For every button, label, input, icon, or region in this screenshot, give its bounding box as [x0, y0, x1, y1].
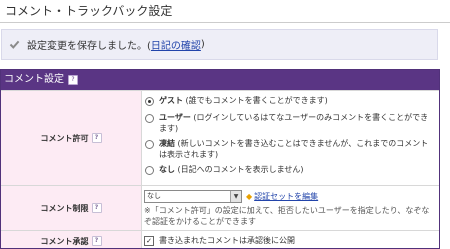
- comment-approval-row: コメント承認 ? ✓ 書き込まれたコメントは承認後に公開: [1, 230, 439, 248]
- approval-checkbox[interactable]: ✓: [144, 235, 154, 246]
- restriction-note: ※「コメント許可」の設定に加えて、拒否したいユーザーを指定したり、なぞなぞ認証を…: [144, 206, 430, 226]
- guest-radio[interactable]: [145, 97, 154, 106]
- help-icon[interactable]: ?: [91, 203, 102, 213]
- comment-permission-label: コメント許可: [40, 133, 89, 143]
- comment-permission-label-cell: コメント許可 ?: [1, 91, 142, 185]
- dropdown-arrow-icon[interactable]: ▼: [230, 191, 241, 202]
- option-freeze[interactable]: 凍結 (新しいコメントを書き込むことはできませんが、これまでのコメントは表示され…: [144, 138, 436, 160]
- comment-permission-options: ゲスト (誰でもコメントを書くことができます) ユーザー (ログインしているはて…: [142, 91, 439, 185]
- none-option-name: なし: [159, 165, 175, 174]
- restriction-select-value: なし: [147, 192, 161, 200]
- comment-restriction-content: なし ▼ ◆ 認証セットを編集 ※「コメント許可」の設定に加えて、拒否したいユー…: [142, 186, 439, 230]
- option-none[interactable]: なし (日記へのコメントを表示しません): [144, 164, 436, 175]
- diamond-bullet-icon: ◆: [246, 192, 253, 201]
- none-option-desc: (日記へのコメントを表示しません): [177, 165, 304, 174]
- panel-title: コメント設定: [4, 74, 64, 85]
- none-radio[interactable]: [145, 166, 154, 175]
- option-user[interactable]: ユーザー (ログインしているはてなユーザーのみコメントを書くことができます): [144, 112, 436, 134]
- notice-suffix: ): [200, 39, 205, 50]
- user-option-name: ユーザー: [159, 113, 191, 122]
- comment-settings-panel: コメント設定 ? コメント許可 ? ゲスト (誰でもコメントを書くことができます…: [0, 69, 440, 249]
- guest-option-name: ゲスト: [159, 96, 183, 105]
- comment-restriction-row: コメント制限 ? なし ▼ ◆ 認証セットを編集 ※「コメント許可」の設定に加え…: [1, 185, 439, 230]
- notice-text: 設定変更を保存しました。(: [27, 41, 151, 52]
- comment-approval-label-cell: コメント承認 ?: [1, 231, 142, 248]
- freeze-option-desc: (新しいコメントを書き込むことはできませんが、これまでのコメントは表示されます): [159, 139, 429, 159]
- comment-restriction-label-cell: コメント制限 ?: [1, 186, 142, 230]
- user-option-desc: (ログインしているはてなユーザーのみコメントを書くことができます): [159, 113, 429, 133]
- approval-checkbox-label: 書き込まれたコメントは承認後に公開: [159, 236, 295, 245]
- check-icon: [9, 40, 20, 49]
- help-icon[interactable]: ?: [91, 133, 102, 143]
- option-guest[interactable]: ゲスト (誰でもコメントを書くことができます): [144, 95, 436, 106]
- panel-header: コメント設定 ?: [1, 70, 439, 90]
- restriction-select[interactable]: なし ▼: [144, 190, 242, 203]
- save-notice: 設定変更を保存しました。(日記の確認): [1, 29, 438, 60]
- diary-check-link[interactable]: 日記の確認: [151, 37, 201, 52]
- freeze-option-name: 凍結: [159, 139, 175, 148]
- freeze-radio[interactable]: [145, 140, 154, 149]
- comment-restriction-label: コメント制限: [40, 203, 89, 213]
- title-divider: [0, 22, 450, 23]
- page-title: コメント・トラックバック設定: [5, 4, 173, 18]
- help-icon[interactable]: ?: [68, 75, 78, 85]
- comment-approval-content: ✓ 書き込まれたコメントは承認後に公開: [142, 231, 439, 248]
- edit-auth-set-link[interactable]: 認証セットを編集: [254, 191, 318, 202]
- user-radio[interactable]: [145, 114, 154, 123]
- guest-option-desc: (誰でもコメントを書くことができます): [185, 96, 328, 105]
- help-icon[interactable]: ?: [91, 236, 102, 246]
- comment-permission-row: コメント許可 ? ゲスト (誰でもコメントを書くことができます) ユーザー (ロ…: [1, 90, 439, 185]
- comment-approval-label: コメント承認: [40, 236, 89, 246]
